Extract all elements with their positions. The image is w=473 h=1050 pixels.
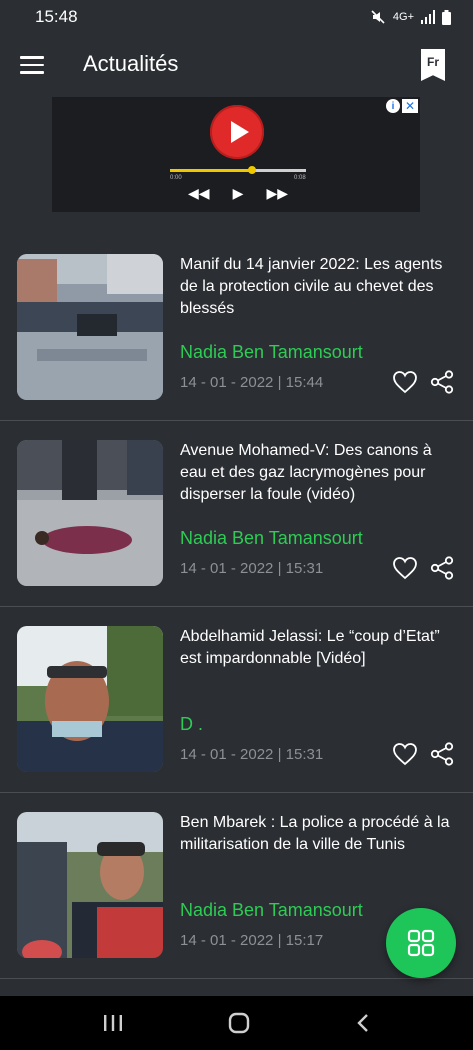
- share-icon[interactable]: [430, 370, 454, 394]
- ad-banner[interactable]: 0:00 0:08 ◀◀ ▶ ▶▶ i ✕: [52, 97, 420, 212]
- network-label: 4G+: [392, 11, 414, 23]
- back-icon[interactable]: [356, 1013, 370, 1033]
- page-title: Actualités: [83, 51, 179, 76]
- article-date: 14 - 01 - 2022 | 15:17: [180, 932, 324, 949]
- ad-controls: ◀◀ ▶ ▶▶: [188, 185, 288, 202]
- article-feed: Manif du 14 janvier 2022: Les agents de …: [0, 235, 473, 979]
- article-card[interactable]: Abdelhamid Jelassi: Le “coup d’Etat” est…: [0, 607, 473, 793]
- ad-play-button[interactable]: [210, 105, 264, 159]
- heart-icon[interactable]: [392, 370, 418, 394]
- rewind-icon[interactable]: ◀◀: [188, 185, 210, 202]
- status-time: 15:48: [35, 7, 78, 26]
- article-title: Avenue Mohamed-V: Des canons à eau et de…: [180, 442, 432, 503]
- article-card[interactable]: Avenue Mohamed-V: Des canons à eau et de…: [0, 421, 473, 607]
- status-bar: 15:48 4G+: [0, 0, 473, 34]
- ad-time-start: 0:00: [170, 175, 182, 181]
- article-author[interactable]: D .: [180, 714, 203, 735]
- heart-icon[interactable]: [392, 556, 418, 580]
- article-author[interactable]: Nadia Ben Tamansourt: [180, 528, 363, 549]
- ad-info-icon[interactable]: i: [386, 99, 400, 113]
- share-icon[interactable]: [430, 556, 454, 580]
- ad-close-icon[interactable]: ✕: [402, 99, 418, 113]
- grid-icon: [407, 929, 435, 957]
- article-author[interactable]: Nadia Ben Tamansourt: [180, 342, 363, 363]
- system-nav-bar: [0, 996, 473, 1050]
- mute-icon: [371, 10, 385, 24]
- article-thumbnail: [17, 254, 163, 400]
- article-title: Manif du 14 janvier 2022: Les agents de …: [180, 256, 443, 317]
- status-icons: 4G+: [370, 9, 451, 25]
- share-icon[interactable]: [430, 742, 454, 766]
- signal-icon: [421, 10, 435, 24]
- language-bookmark-button[interactable]: Fr: [421, 49, 445, 81]
- ad-progress-fill: [170, 169, 252, 172]
- app-bar: Actualités Fr: [0, 34, 473, 96]
- article-title: Ben Mbarek : La police a procédé à la mi…: [180, 814, 450, 853]
- article-author[interactable]: Nadia Ben Tamansourt: [180, 900, 363, 921]
- heart-icon[interactable]: [392, 742, 418, 766]
- battery-icon: [442, 9, 451, 25]
- article-thumbnail: [17, 440, 163, 586]
- article-card[interactable]: Manif du 14 janvier 2022: Les agents de …: [0, 235, 473, 421]
- article-thumbnail: [17, 626, 163, 772]
- article-date: 14 - 01 - 2022 | 15:44: [180, 374, 324, 391]
- article-thumbnail: [17, 812, 163, 958]
- play-icon[interactable]: ▶: [233, 185, 244, 202]
- menu-icon[interactable]: [20, 56, 44, 74]
- article-title: Abdelhamid Jelassi: Le “coup d’Etat” est…: [180, 628, 440, 667]
- ad-progress-bar: [170, 166, 306, 174]
- grid-menu-button[interactable]: [386, 908, 456, 978]
- fast-forward-icon[interactable]: ▶▶: [266, 185, 288, 202]
- ad-time-end: 0:08: [294, 175, 306, 181]
- home-icon[interactable]: [228, 1012, 250, 1034]
- recent-apps-icon[interactable]: [103, 1014, 123, 1032]
- article-date: 14 - 01 - 2022 | 15:31: [180, 560, 324, 577]
- article-date: 14 - 01 - 2022 | 15:31: [180, 746, 324, 763]
- ad-progress-handle: [247, 166, 256, 174]
